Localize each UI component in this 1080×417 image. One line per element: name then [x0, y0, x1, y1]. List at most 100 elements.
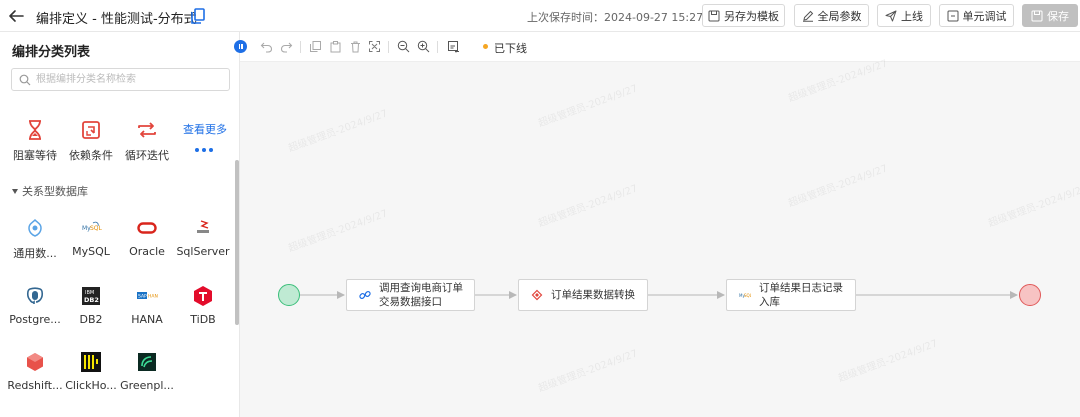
quick-item-blocking-wait[interactable]: 阻塞等待	[7, 119, 63, 163]
db-item-mysql[interactable]: My SQL MySQL	[63, 217, 119, 258]
db-item-label: Postgre...	[9, 313, 61, 326]
generic-db-icon	[28, 218, 42, 237]
node-label: 订单结果日志记录 入库	[759, 281, 843, 309]
undo-icon[interactable]	[260, 40, 273, 53]
db-item-label: Oracle	[129, 245, 165, 258]
mysql-icon: My SQL	[739, 293, 751, 298]
start-node[interactable]	[278, 284, 300, 306]
copy-title-icon[interactable]	[191, 8, 205, 24]
svg-text:SQL: SQL	[90, 225, 102, 232]
quick-item-label: 循环迭代	[125, 149, 169, 162]
save-button[interactable]: 保存	[1022, 4, 1078, 27]
collapse-sidebar-button[interactable]	[234, 40, 247, 53]
db2-icon: IBMDB2	[82, 287, 100, 305]
unit-debug-button[interactable]: 单元调试	[939, 4, 1014, 27]
category-search-input[interactable]	[36, 71, 226, 88]
paste-icon[interactable]	[329, 40, 342, 53]
copy-icon[interactable]	[309, 40, 322, 53]
quick-item-label: 依赖条件	[69, 149, 113, 162]
status-dot	[483, 44, 488, 49]
db-item-label: SqlServer	[176, 245, 230, 258]
sqlserver-icon	[197, 220, 209, 233]
toolbar-divider	[300, 41, 301, 53]
flow-node-call-api[interactable]: 调用查询电商订单 交易数据接口	[346, 279, 475, 311]
link-icon	[359, 291, 371, 299]
caret-down-icon	[12, 188, 18, 194]
redo-icon[interactable]	[280, 40, 293, 53]
hana-icon: SAPHANA	[137, 292, 158, 300]
postgresql-icon	[26, 287, 44, 304]
back-arrow-icon[interactable]	[6, 6, 26, 26]
db-item-oracle[interactable]: Oracle	[119, 217, 175, 258]
flow-canvas[interactable]: 超级管理员-2024/9/27 超级管理员-2024/9/27 超级管理员-20…	[240, 58, 1080, 417]
edit-icon	[802, 10, 813, 22]
zoom-in-icon[interactable]	[417, 40, 430, 53]
db-item-tidb[interactable]: TiDB	[175, 285, 231, 326]
quick-item-dependency[interactable]: 依赖条件	[63, 119, 119, 163]
global-params-button[interactable]: 全局参数	[794, 4, 869, 27]
db-item-label: 通用数...	[13, 247, 57, 260]
quick-item-label: 阻塞等待	[13, 149, 57, 162]
svg-text:HANA: HANA	[148, 294, 158, 300]
sidebar-scrollbar[interactable]	[235, 160, 239, 325]
sidebar-title: 编排分类列表	[12, 45, 91, 60]
save-as-template-button[interactable]: 另存为模板	[702, 4, 785, 27]
send-icon	[885, 10, 897, 21]
db-item-label: MySQL	[72, 245, 110, 258]
end-node[interactable]	[1019, 284, 1041, 306]
quick-item-loop[interactable]: 循环迭代	[119, 119, 175, 163]
node-label: 调用查询电商订单 交易数据接口	[379, 281, 463, 309]
category-sidebar: 编排分类列表 阻塞等待 依赖条件 循环迭代 查看更多 关系型数据库 通用数...…	[0, 32, 240, 417]
loop-icon	[138, 122, 156, 138]
more-dots-icon[interactable]	[195, 148, 213, 152]
canvas-toolbar: 已下线	[240, 32, 1080, 62]
category-search-box[interactable]	[11, 68, 230, 91]
flow-node-transform[interactable]: 订单结果数据转换	[518, 279, 648, 311]
fit-icon[interactable]	[368, 40, 381, 53]
oracle-icon	[137, 222, 157, 234]
delete-icon[interactable]	[349, 40, 362, 53]
node-label-line: 调用查询电商订单	[379, 282, 463, 294]
section-title: 关系型数据库	[22, 185, 88, 198]
db-item-redshift[interactable]: Redshift...	[7, 351, 63, 392]
save-template-icon	[708, 10, 720, 21]
flow-edges	[300, 291, 1018, 299]
svg-text:DB2: DB2	[84, 296, 99, 304]
global-params-label: 全局参数	[817, 9, 862, 23]
db-item-label: Redshift...	[7, 379, 63, 392]
view-more-link[interactable]: 查看更多	[183, 121, 227, 137]
db-item-greenplum[interactable]: Greenpl...	[119, 351, 175, 392]
zoom-out-icon[interactable]	[397, 40, 410, 53]
db-item-hana[interactable]: SAPHANA HANA	[119, 285, 175, 326]
mysql-icon: My SQL	[82, 221, 102, 232]
db-item-clickhouse[interactable]: ClickHo...	[63, 351, 119, 392]
db-item-sqlserver[interactable]: SqlServer	[175, 217, 231, 258]
hourglass-icon	[29, 120, 41, 140]
redshift-icon	[27, 353, 43, 371]
save-icon	[1031, 10, 1043, 21]
tidb-icon	[194, 286, 212, 306]
export-icon[interactable]	[447, 40, 460, 53]
node-label-line: 入库	[759, 296, 780, 308]
db-item-label: DB2	[79, 313, 103, 326]
save-as-template-label: 另存为模板	[724, 9, 779, 23]
flow-node-log-record[interactable]: My SQL 订单结果日志记录 入库	[726, 279, 856, 311]
svg-text:SAP: SAP	[138, 294, 147, 300]
section-relational-db[interactable]: 关系型数据库	[12, 183, 88, 199]
publish-button[interactable]: 上线	[877, 4, 931, 27]
transform-icon	[531, 289, 543, 301]
db-item-label: ClickHo...	[65, 379, 117, 392]
node-label-line: 交易数据接口	[379, 296, 442, 308]
last-saved-time: 上次保存时间：2024-09-27 15:27:25	[527, 11, 721, 24]
db-item-label: HANA	[131, 313, 163, 326]
status-text: 已下线	[494, 42, 527, 55]
clickhouse-icon	[81, 352, 101, 372]
greenplum-icon	[138, 353, 156, 371]
node-label-line: 订单结果数据转换	[551, 289, 635, 301]
db-item-generic[interactable]: 通用数...	[7, 217, 63, 261]
db-item-db2[interactable]: IBM DB2 DB2	[63, 285, 119, 326]
unit-debug-label: 单元调试	[962, 9, 1007, 23]
db-item-postgresql[interactable]: Postgre...	[7, 285, 63, 326]
publish-label: 上线	[901, 9, 923, 23]
save-label: 保存	[1047, 9, 1069, 23]
